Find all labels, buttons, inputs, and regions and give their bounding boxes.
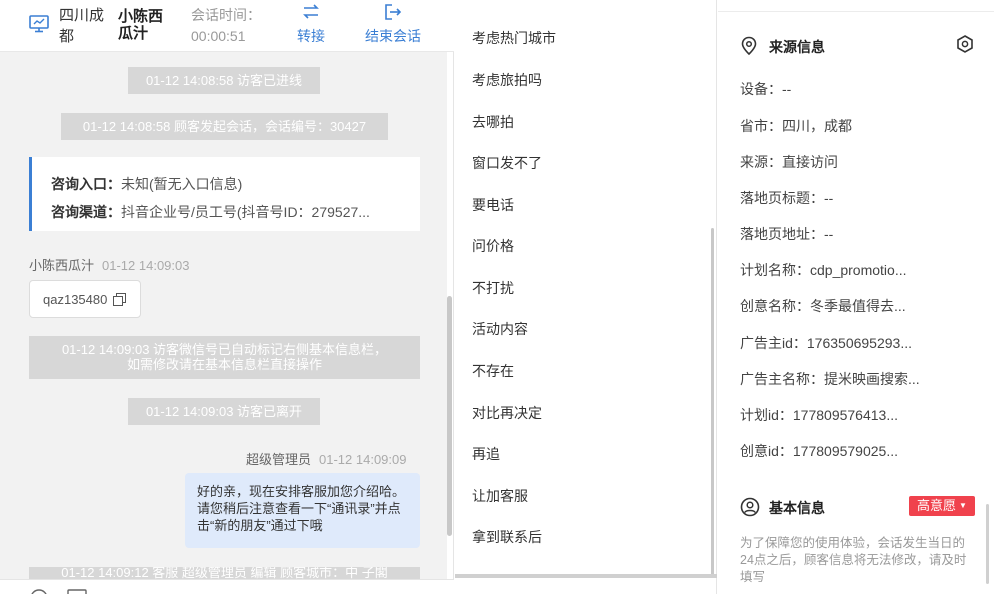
visitor-location: 四川成都 [59,7,105,45]
system-message-line: 如需修改请在基本信息栏直接操作 [126,357,322,372]
quick-reply-item[interactable]: 让加客服 [472,486,528,506]
end-session-label: 结束会话 [365,28,421,44]
visitor-info-panel: 来源信息 设备：-- 省市：四川，成都 来源：直接访问 落地页标题：-- 落地页… [718,0,994,594]
source-advertiser-id: 广告主id：176350695293... [740,335,912,351]
session-time-label: 会话时间： [191,7,261,23]
source-landing-url: 落地页地址：-- [740,226,834,242]
customer-name: 小陈西瓜汁 [118,8,164,42]
quick-reply-item[interactable]: 不存在 [472,361,514,381]
agent-message: 好的亲，现在安排客服加您介绍哈。请您稍后注意查看一下“通讯录”并点击“新的朋友”… [185,473,420,548]
info-scrollbar[interactable] [986,504,989,584]
agent-name: 超级管理员 [246,452,312,467]
agent-time: 01-12 14:09:09 [319,452,407,467]
source-plan-id: 计划id：177809576413... [740,407,898,423]
consult-entry-value: 未知(暂无入口信息) [121,176,243,192]
quick-reply-item[interactable]: 不打扰 [472,278,514,298]
quick-reply-item[interactable]: 对比再决定 [472,403,542,423]
caret-down-icon: ▼ [959,501,967,510]
visitor-message[interactable]: qaz135480 [29,280,141,318]
consult-info-card: 咨询入口：未知(暂无入口信息) 咨询渠道：抖音企业号/员工号(抖音号ID：279… [29,157,420,231]
basic-info-title: 基本信息 [769,500,825,516]
quick-reply-scrollbar[interactable] [711,228,714,578]
quick-reply-item[interactable]: 问价格 [472,236,514,256]
visitor-message-text: qaz135480 [43,292,108,307]
chat-scrollbar[interactable] [447,296,452,536]
system-message: 01-12 14:09:03 访客已离开 [128,398,320,425]
image-icon[interactable] [67,589,87,594]
panel-divider [718,0,994,12]
user-icon [740,497,760,517]
source-creative-id: 创意id：177809579025... [740,443,898,459]
transfer-button[interactable]: 转接 [276,2,346,46]
consult-entry: 咨询入口：未知(暂无入口信息) [51,170,406,198]
edit-notice: 为了保障您的使用体验，会话发生当日的24点之后，顾客信息将无法修改，请及时填写 [740,536,967,584]
monitor-icon [29,15,49,33]
location-pin-icon [741,36,757,56]
quick-reply-hscrollbar[interactable] [455,574,717,578]
chat-header: 四川成都 小陈西瓜汁 会话时间： 00:00:51 转接 结束会话 [0,0,454,52]
visitor-name: 小陈西瓜汁 [29,258,95,273]
end-session-button[interactable]: 结束会话 [358,2,428,46]
intent-level-label: 高意愿 [917,498,957,513]
visitor-sender: 小陈西瓜汁 01-12 14:09:03 [29,255,189,274]
source-plan-name: 计划名称：cdp_promotio... [740,262,907,278]
system-message: 01-12 14:09:03 访客微信号已自动标记右侧基本信息栏， 如需修改请在… [29,336,420,379]
system-message: 01-12 14:08:58 访客已进线 [128,67,320,94]
quick-reply-item[interactable]: 拿到联系后 [472,527,542,547]
consult-channel-label: 咨询渠道： [51,204,121,220]
source-origin: 来源：直接访问 [740,154,838,170]
system-message: 01-12 14:08:58 顾客发起会话，会话编号：30427 [61,113,388,140]
quick-reply-item[interactable]: 考虑热门城市 [472,28,556,48]
session-time-value: 00:00:51 [191,28,246,44]
source-advertiser-name: 广告主名称：提米映画搜索... [740,371,920,387]
transfer-label: 转接 [297,28,325,44]
quick-reply-item[interactable]: 窗口发不了 [472,153,542,173]
source-province-city: 省市：四川，成都 [740,118,852,134]
source-info-title: 来源信息 [769,39,825,55]
consult-channel-value: 抖音企业号/员工号(抖音号ID：279527... [121,204,370,220]
system-message-line: 01-12 14:09:03 访客微信号已自动标记右侧基本信息栏， [61,342,388,357]
quick-reply-panel: 考虑热门城市 考虑旅拍吗 去哪拍 窗口发不了 要电话 问价格 不打扰 活动内容 … [455,0,717,594]
visitor-time: 01-12 14:09:03 [102,258,190,273]
transfer-icon [303,4,319,19]
chat-panel: 四川成都 小陈西瓜汁 会话时间： 00:00:51 转接 结束会话 01-12 … [0,0,454,594]
copy-icon[interactable] [113,293,126,306]
quick-reply-item[interactable]: 去哪拍 [472,112,514,132]
consult-entry-label: 咨询入口： [51,176,121,192]
emoji-icon[interactable] [30,589,48,594]
chat-input-toolbar [0,579,454,594]
quick-reply-item[interactable]: 再追 [472,444,500,464]
agent-sender: 超级管理员 01-12 14:09:09 [246,449,406,468]
quick-reply-item[interactable]: 考虑旅拍吗 [472,70,542,90]
settings-icon[interactable] [955,34,975,54]
system-message: 01-12 14:09:12 客服 超级管理员 编辑 顾客城市：中 子閣 [29,567,420,579]
logout-icon [385,4,402,20]
quick-reply-item[interactable]: 活动内容 [472,319,528,339]
source-landing-title: 落地页标题：-- [740,190,834,206]
intent-level-dropdown[interactable]: 高意愿 ▼ [909,496,975,516]
consult-channel: 咨询渠道：抖音企业号/员工号(抖音号ID：279527... [51,198,406,226]
quick-reply-item[interactable]: 要电话 [472,195,514,215]
source-creative-name: 创意名称：冬季最值得去... [740,298,906,314]
source-device: 设备：-- [740,81,792,97]
